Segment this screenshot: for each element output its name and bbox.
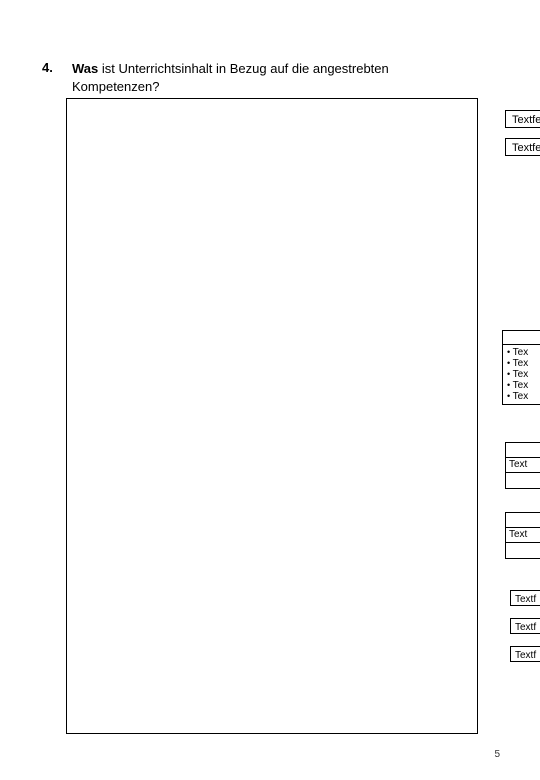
- page-number: 5: [494, 749, 500, 760]
- side-table-2: Text: [505, 512, 540, 559]
- side-group-c: Textf Textf Textf: [510, 590, 540, 674]
- list-item: Tex: [507, 369, 538, 380]
- textfield-fragment[interactable]: Textf: [510, 618, 540, 634]
- side-group-b-header: [502, 330, 540, 344]
- table-row[interactable]: [506, 543, 540, 558]
- question-heading: 4. Was ist Unterrichtsinhalt in Bezug au…: [42, 60, 477, 95]
- list-item: Tex: [507, 358, 538, 369]
- table-row[interactable]: [506, 513, 540, 528]
- table-row[interactable]: [506, 443, 540, 458]
- question-number: 4.: [42, 60, 72, 95]
- textfield-fragment[interactable]: Textfel: [505, 138, 540, 156]
- table-row[interactable]: [506, 473, 540, 488]
- textfield-fragment[interactable]: Textf: [510, 590, 540, 606]
- side-table-1: Text: [505, 442, 540, 489]
- side-group-b: Tex Tex Tex Tex Tex: [502, 344, 540, 405]
- list-item: Tex: [507, 380, 538, 391]
- table-row[interactable]: Text: [506, 528, 540, 543]
- textfield-fragment[interactable]: Textfel: [505, 110, 540, 128]
- list-item: Tex: [507, 391, 538, 402]
- question-rest: ist Unterrichtsinhalt in Bezug auf die a…: [72, 61, 389, 94]
- question-text: Was ist Unterrichtsinhalt in Bezug auf d…: [72, 60, 477, 95]
- side-group-a: Textfel Textfel: [505, 110, 540, 166]
- question-bold-word: Was: [72, 61, 98, 76]
- list-item: Tex: [507, 347, 538, 358]
- table-row[interactable]: Text: [506, 458, 540, 473]
- textfield-fragment[interactable]: Textf: [510, 646, 540, 662]
- content-textarea[interactable]: [66, 98, 478, 734]
